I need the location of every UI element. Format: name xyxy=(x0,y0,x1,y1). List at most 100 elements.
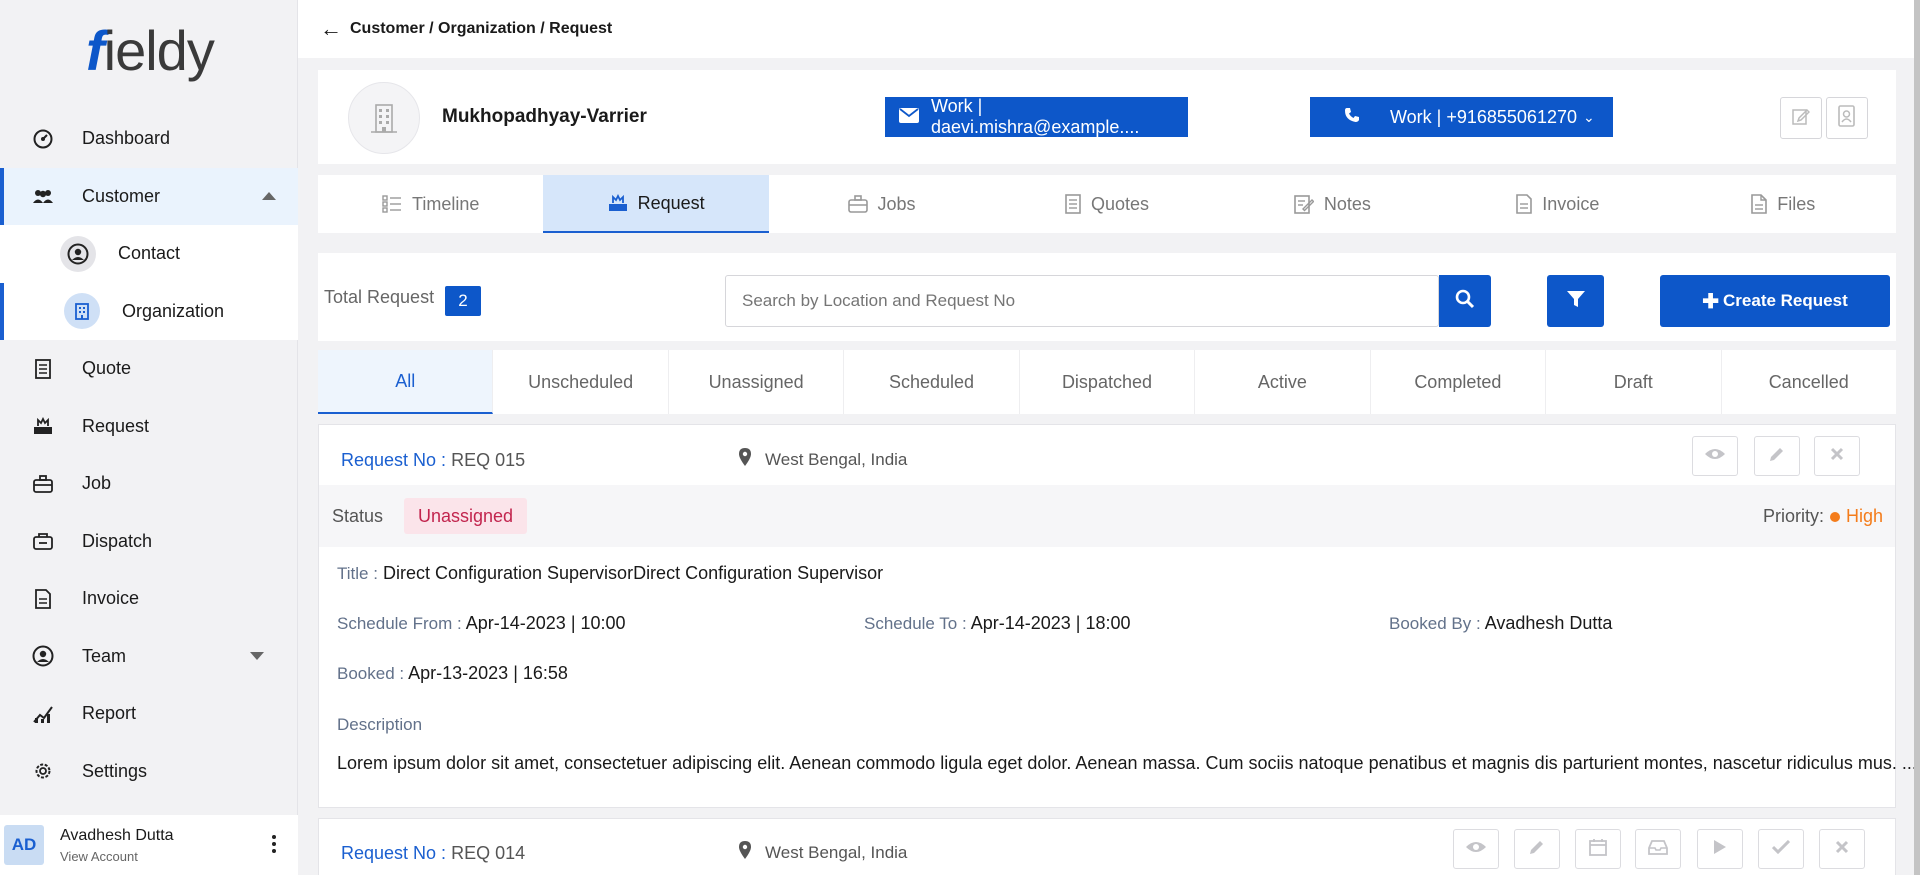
back-arrow-icon[interactable]: ← xyxy=(320,16,342,42)
sidebar-item-request[interactable]: Request xyxy=(0,398,298,456)
request-location: West Bengal, India xyxy=(739,841,907,864)
start-request-button[interactable] xyxy=(1697,829,1743,869)
view-account-link[interactable]: View Account xyxy=(60,849,174,864)
topbar: ← Customer / Organization / Request xyxy=(298,0,1920,58)
pencil-icon xyxy=(1769,446,1785,467)
status-filter-tabs: All Unscheduled Unassigned Scheduled Dis… xyxy=(318,350,1896,414)
quote-icon xyxy=(32,358,54,380)
tab-notes[interactable]: Notes xyxy=(1220,175,1445,233)
schedule-request-button[interactable] xyxy=(1575,829,1621,869)
edit-request-button[interactable] xyxy=(1514,829,1560,869)
inbox-request-button[interactable] xyxy=(1635,829,1681,869)
plus-icon: ✚ xyxy=(1702,290,1720,313)
filter-button[interactable] xyxy=(1547,275,1604,327)
status-tab-scheduled[interactable]: Scheduled xyxy=(844,350,1020,414)
status-tab-draft[interactable]: Draft xyxy=(1546,350,1722,414)
invoice-icon xyxy=(1516,194,1533,214)
status-tab-all[interactable]: All xyxy=(318,350,494,414)
sidebar-item-label: Request xyxy=(82,415,150,436)
sidebar-item-dashboard[interactable]: Dashboard xyxy=(0,110,298,168)
tab-jobs[interactable]: Jobs xyxy=(769,175,994,233)
sidebar-item-label: Report xyxy=(82,703,137,724)
team-icon xyxy=(32,645,54,667)
tab-files[interactable]: Files xyxy=(1671,175,1896,233)
create-request-button[interactable]: ✚ Create Request xyxy=(1660,275,1890,327)
status-tab-active[interactable]: Active xyxy=(1195,350,1371,414)
sidebar-item-team[interactable]: Team xyxy=(0,628,298,686)
priority-dot-icon xyxy=(1829,511,1840,522)
tabs: Timeline Request Jobs Quotes Notes Invoi… xyxy=(318,175,1896,233)
tab-invoice[interactable]: Invoice xyxy=(1445,175,1670,233)
sidebar-item-report[interactable]: Report xyxy=(0,685,298,743)
sidebar-item-organization[interactable]: Organization xyxy=(0,282,298,340)
timeline-icon xyxy=(382,195,402,213)
request-card: Request No : REQ 014 West Bengal, India xyxy=(318,818,1896,875)
search-input[interactable] xyxy=(725,275,1439,327)
cancel-request-button[interactable] xyxy=(1819,829,1865,869)
tab-quotes[interactable]: Quotes xyxy=(994,175,1219,233)
booked-by: Booked By : Avadhesh Dutta xyxy=(1389,613,1613,633)
phone-icon xyxy=(1344,107,1360,128)
search-button[interactable] xyxy=(1439,275,1491,327)
sidebar-item-dispatch[interactable]: Dispatch xyxy=(0,513,298,571)
view-request-button[interactable] xyxy=(1692,436,1738,476)
contact-card-button[interactable] xyxy=(1826,97,1868,139)
quote-icon xyxy=(1065,194,1081,214)
tab-label: Timeline xyxy=(412,193,480,214)
filter-icon xyxy=(1566,289,1586,314)
tab-label: Request xyxy=(637,192,705,213)
close-icon xyxy=(1830,447,1844,466)
status-tab-cancelled[interactable]: Cancelled xyxy=(1722,350,1896,414)
edit-organization-button[interactable] xyxy=(1780,97,1822,139)
check-icon xyxy=(1771,839,1791,859)
request-number[interactable]: Request No : REQ 014 xyxy=(341,843,525,864)
page-scrollbar[interactable] xyxy=(1914,0,1920,875)
job-icon xyxy=(32,473,54,495)
email-label: Work | daevi.mishra@example.... xyxy=(931,96,1140,137)
tab-label: Jobs xyxy=(877,193,916,214)
cancel-request-button[interactable] xyxy=(1814,436,1860,476)
description-label: Description xyxy=(337,715,423,734)
chevron-up-icon[interactable] xyxy=(262,192,276,201)
priority: Priority: High xyxy=(1762,506,1883,526)
email-button[interactable]: Work | daevi.mishra@example.... xyxy=(885,96,1188,137)
total-request-label: Total Request xyxy=(324,287,435,307)
kebab-menu-icon[interactable] xyxy=(272,835,276,856)
sidebar-item-customer[interactable]: Customer xyxy=(0,167,298,225)
phone-button[interactable]: Work | +916855061270 ⌄ xyxy=(1310,97,1613,137)
tab-timeline[interactable]: Timeline xyxy=(318,175,543,233)
inbox-icon xyxy=(1648,839,1668,860)
tab-label: Files xyxy=(1777,193,1816,214)
status-label: Status xyxy=(332,506,384,526)
status-tab-completed[interactable]: Completed xyxy=(1371,350,1547,414)
status-tab-unassigned[interactable]: Unassigned xyxy=(669,350,845,414)
sidebar-item-job[interactable]: Job xyxy=(0,455,298,513)
file-icon xyxy=(1751,194,1768,214)
edit-request-button[interactable] xyxy=(1754,436,1800,476)
fieldy-logo[interactable]: fieldy xyxy=(86,18,215,83)
job-icon xyxy=(847,195,868,213)
calendar-icon xyxy=(1589,838,1607,861)
request-title: Title : Direct Configuration SupervisorD… xyxy=(337,563,884,583)
sidebar-item-invoice[interactable]: Invoice xyxy=(0,570,298,628)
sidebar-item-quote[interactable]: Quote xyxy=(0,340,298,398)
customers-icon xyxy=(32,185,54,207)
sidebar-item-settings[interactable]: Settings xyxy=(0,743,298,801)
organization-header: Mukhopadhyay-Varrier Work | daevi.mishra… xyxy=(318,70,1896,164)
chevron-down-icon[interactable] xyxy=(250,652,264,661)
building-icon xyxy=(348,82,420,154)
request-card: Request No : REQ 015 West Bengal, India … xyxy=(318,424,1917,808)
complete-request-button[interactable] xyxy=(1758,829,1804,869)
phone-label: Work | +916855061270 xyxy=(1390,106,1577,127)
account-panel[interactable]: AD Avadhesh Dutta View Account xyxy=(0,815,298,875)
sidebar-item-contact[interactable]: Contact xyxy=(0,225,298,283)
create-request-label: Create Request xyxy=(1723,291,1848,310)
view-request-button[interactable] xyxy=(1453,829,1499,869)
tab-request[interactable]: Request xyxy=(543,175,769,233)
request-number[interactable]: Request No : REQ 015 xyxy=(341,450,525,471)
status-tab-unscheduled[interactable]: Unscheduled xyxy=(493,350,669,414)
account-name: Avadhesh Dutta xyxy=(60,826,174,844)
notes-icon xyxy=(1294,194,1314,214)
status-tab-dispatched[interactable]: Dispatched xyxy=(1020,350,1196,414)
dispatch-icon xyxy=(32,530,54,552)
